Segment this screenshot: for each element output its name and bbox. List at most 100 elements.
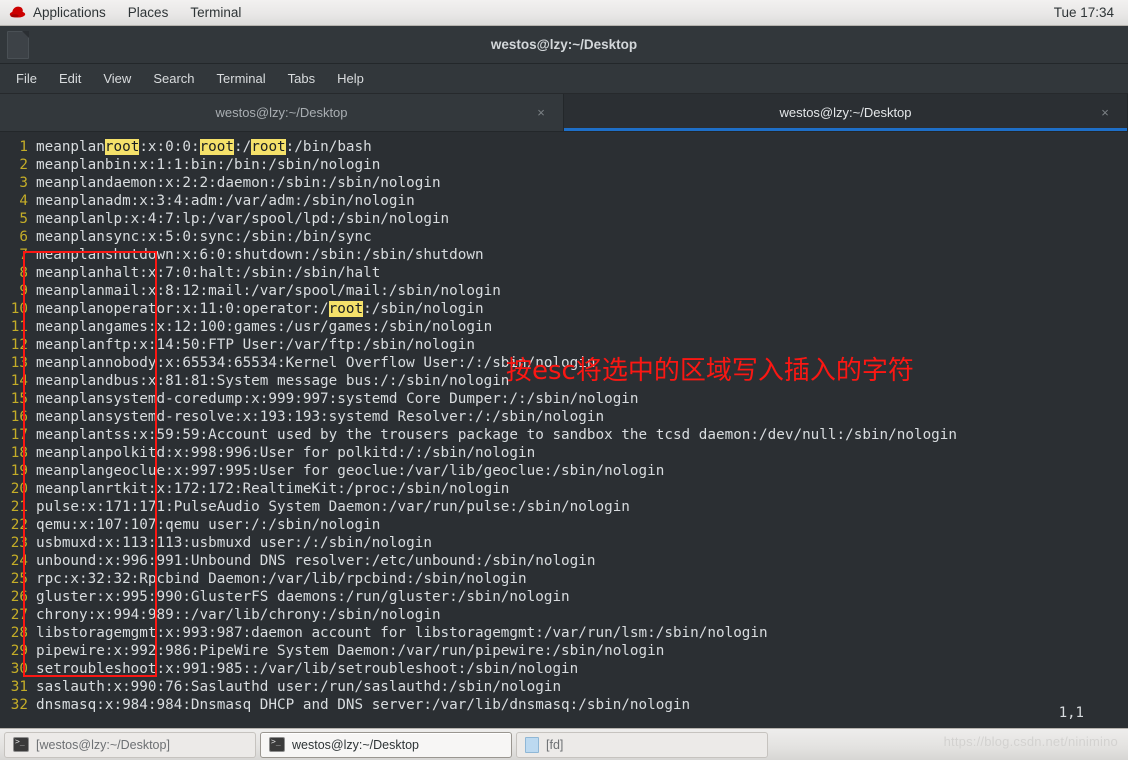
line-number: 3 [19,175,28,191]
terminal-window: westos@lzy:~/Desktop File Edit View Sear… [0,26,1128,728]
terminal-tabbar: westos@lzy:~/Desktop × westos@lzy:~/Desk… [0,94,1128,132]
vim-line: 24 unbound:x:996:991:Unbound DNS resolver… [0,552,1128,570]
vim-line: 18 meanplanpolkitd:x:998:996:User for pol… [0,444,1128,462]
taskbar-item-2-label: westos@lzy:~/Desktop [292,737,419,752]
close-icon[interactable]: × [1097,105,1113,121]
vim-line: 15 meanplansystemd-coredump:x:999:997:sys… [0,390,1128,408]
line-text: meanplansync:x:5:0:sync:/sbin:/bin/sync [30,228,372,246]
taskbar-item-3-label: [fd] [546,737,564,752]
line-number: 32 [10,697,28,713]
line-text: gluster:x:995:990:GlusterFS daemons:/run… [30,588,570,606]
places-menu[interactable]: Places [117,0,180,26]
window-titlebar[interactable]: westos@lzy:~/Desktop [0,26,1128,64]
line-number: 12 [10,337,28,353]
applications-menu[interactable]: Applications [0,0,117,26]
line-number: 26 [10,589,28,605]
taskbar-item-3[interactable]: [fd] [516,731,768,758]
line-number: 7 [19,247,28,263]
line-text: usbmuxd:x:113:113:usbmuxd user:/:/sbin/n… [30,534,432,552]
menu-edit[interactable]: Edit [49,67,91,90]
line-text: qemu:x:107:107:qemu user:/:/sbin/nologin [30,516,380,534]
line-number: 11 [10,319,28,335]
line-number: 21 [10,499,28,515]
taskbar-item-1[interactable]: [westos@lzy:~/Desktop] [4,731,256,758]
text-run: chrony:x:994:989::/var/lib/chrony:/sbin/… [36,607,441,623]
terminal-tab-1[interactable]: westos@lzy:~/Desktop × [0,94,564,131]
vim-line: 30 setroubleshoot:x:991:985::/var/lib/set… [0,660,1128,678]
text-run: meanplansystemd-coredump:x:999:997:syste… [36,391,639,407]
vim-line: 2 meanplanbin:x:1:1:bin:/bin:/sbin/nologi… [0,156,1128,174]
vim-line: 20 meanplanrtkit:x:172:172:RealtimeKit:/p… [0,480,1128,498]
line-number: 28 [10,625,28,641]
taskbar-item-2[interactable]: westos@lzy:~/Desktop [260,731,512,758]
cursor-position-indicator: 1,1 [1058,705,1084,721]
text-run: meanplanbin:x:1:1:bin:/bin:/sbin/nologin [36,157,381,173]
text-run: unbound:x:996:991:Unbound DNS resolver:/… [36,553,596,569]
line-text: meanplanroot:x:0:0:root:/root:/bin/bash [30,138,372,156]
menu-search[interactable]: Search [143,67,204,90]
search-highlight: root [104,139,140,155]
line-text: meanplanadm:x:3:4:adm:/var/adm:/sbin/nol… [30,192,415,210]
text-run: saslauth:x:990:76:Saslauthd user:/run/sa… [36,679,562,695]
line-number: 22 [10,517,28,533]
terminal-menu[interactable]: Terminal [179,0,252,26]
vim-line-list: 1 meanplanroot:x:0:0:root:/root:/bin/bash… [0,138,1128,714]
line-number: 18 [10,445,28,461]
bottom-taskbar: [westos@lzy:~/Desktop] westos@lzy:~/Desk… [0,728,1128,760]
text-run: :/ [234,139,252,155]
text-run: gluster:x:995:990:GlusterFS daemons:/run… [36,589,570,605]
line-text: unbound:x:996:991:Unbound DNS resolver:/… [30,552,595,570]
text-run: dnsmasq:x:984:984:Dnsmasq DHCP and DNS s… [36,697,691,713]
line-number: 9 [19,283,28,299]
text-run: meanplantss:x:59:59:Account used by the … [36,427,957,443]
close-icon[interactable]: × [533,105,549,121]
terminal-tab-2-label: westos@lzy:~/Desktop [779,105,912,120]
redhat-logo-icon [9,6,26,18]
text-run: meanplan [36,139,105,155]
text-run: meanplangeoclue:x:997:995:User for geocl… [36,463,665,479]
vim-line: 11 meanplangames:x:12:100:games:/usr/game… [0,318,1128,336]
line-number: 30 [10,661,28,677]
line-text: meanplangeoclue:x:997:995:User for geocl… [30,462,664,480]
menu-file[interactable]: File [6,67,47,90]
line-text: meanplanshutdown:x:6:0:shutdown:/sbin:/s… [30,246,484,264]
vim-editor-buffer[interactable]: 1 meanplanroot:x:0:0:root:/root:/bin/bash… [0,132,1128,728]
text-run: meanplanoperator:x:11:0:operator:/ [36,301,329,317]
vim-line: 21 pulse:x:171:171:PulseAudio System Daem… [0,498,1128,516]
terminal-tab-2[interactable]: westos@lzy:~/Desktop × [564,94,1128,131]
line-text: meanplanrtkit:x:172:172:RealtimeKit:/pro… [30,480,509,498]
line-number: 2 [19,157,28,173]
vim-line: 32 dnsmasq:x:984:984:Dnsmasq DHCP and DNS… [0,696,1128,714]
menu-terminal[interactable]: Terminal [207,67,276,90]
line-text: meanplansystemd-coredump:x:999:997:syste… [30,390,639,408]
line-number: 31 [10,679,28,695]
line-text: meanplanmail:x:8:12:mail:/var/spool/mail… [30,282,501,300]
menu-help[interactable]: Help [327,67,374,90]
line-text: rpc:x:32:32:Rpcbind Daemon:/var/lib/rpcb… [30,570,527,588]
taskbar-item-1-label: [westos@lzy:~/Desktop] [36,737,170,752]
line-text: chrony:x:994:989::/var/lib/chrony:/sbin/… [30,606,441,624]
vim-line: 7 meanplanshutdown:x:6:0:shutdown:/sbin:/… [0,246,1128,264]
vim-line: 16 meanplansystemd-resolve:x:193:193:syst… [0,408,1128,426]
line-number: 5 [19,211,28,227]
line-number: 13 [10,355,28,371]
line-number: 14 [10,373,28,389]
text-run: setroubleshoot:x:991:985::/var/lib/setro… [36,661,579,677]
line-text: dnsmasq:x:984:984:Dnsmasq DHCP and DNS s… [30,696,690,714]
menu-view[interactable]: View [93,67,141,90]
line-number: 29 [10,643,28,659]
vim-line: 4 meanplanadm:x:3:4:adm:/var/adm:/sbin/no… [0,192,1128,210]
vim-line: 12 meanplanftp:x:14:50:FTP User:/var/ftp:… [0,336,1128,354]
text-run: :/sbin/nologin [363,301,484,317]
text-run: meanplangames:x:12:100:games:/usr/games:… [36,319,493,335]
vim-line: 27 chrony:x:994:989::/var/lib/chrony:/sbi… [0,606,1128,624]
text-run: meanplanrtkit:x:172:172:RealtimeKit:/pro… [36,481,510,497]
line-number: 15 [10,391,28,407]
line-text: pipewire:x:992:986:PipeWire System Daemo… [30,642,664,660]
text-run: pipewire:x:992:986:PipeWire System Daemo… [36,643,665,659]
menu-tabs[interactable]: Tabs [278,67,325,90]
line-text: meanplanftp:x:14:50:FTP User:/var/ftp:/s… [30,336,475,354]
line-text: pulse:x:171:171:PulseAudio System Daemon… [30,498,630,516]
vim-line: 3 meanplandaemon:x:2:2:daemon:/sbin:/sbin… [0,174,1128,192]
panel-clock[interactable]: Tue 17:34 [1054,5,1128,20]
